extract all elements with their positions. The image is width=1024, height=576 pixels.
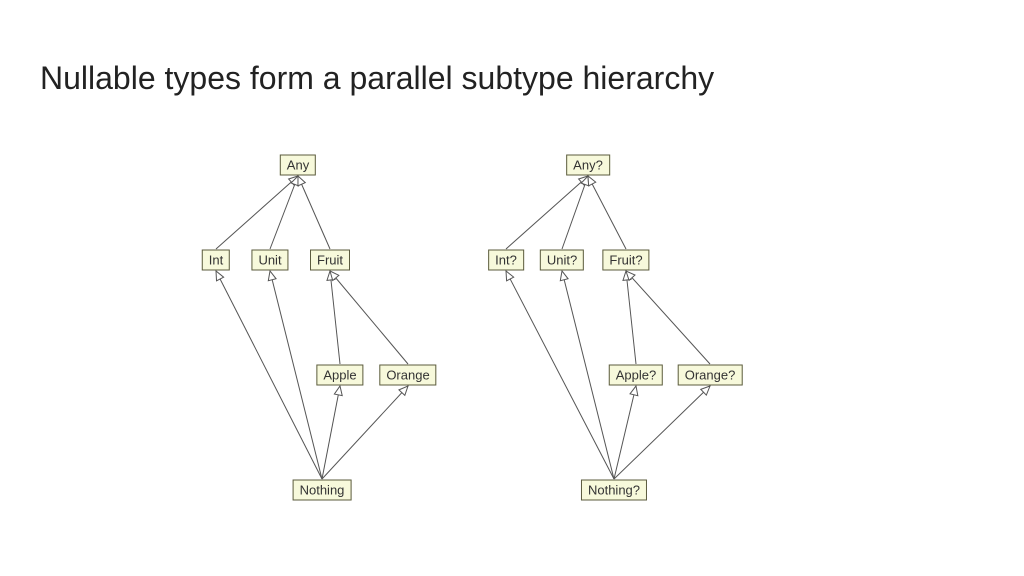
edge-non-nullable-int-to-any — [216, 176, 298, 249]
edge-non-nullable-nothing-to-int — [216, 271, 322, 479]
type-node-nullable-fruit: Fruit? — [602, 250, 649, 271]
type-node-non-nullable-any: Any — [280, 155, 316, 176]
diagram-canvas: Any Int Unit Fruit Apple Orange Nothing Any? Int… — [0, 0, 1024, 576]
type-node-nullable-int: Int? — [488, 250, 524, 271]
edge-nullable-nothing-to-orange — [614, 386, 710, 479]
type-node-nullable-nothing: Nothing? — [581, 480, 647, 501]
type-node-nullable-unit: Unit? — [540, 250, 584, 271]
edge-nullable-int-to-any — [506, 176, 588, 249]
edge-non-nullable-fruit-to-any — [298, 176, 330, 249]
type-node-non-nullable-orange: Orange — [379, 365, 436, 386]
type-node-non-nullable-fruit: Fruit — [310, 250, 350, 271]
edge-nullable-nothing-to-apple — [614, 386, 636, 479]
type-node-non-nullable-int: Int — [202, 250, 230, 271]
edge-non-nullable-apple-to-fruit — [330, 271, 340, 364]
edge-non-nullable-unit-to-any — [270, 176, 298, 249]
edge-non-nullable-nothing-to-apple — [322, 386, 340, 479]
edges-layer — [0, 0, 1024, 576]
type-node-nullable-apple: Apple? — [609, 365, 663, 386]
edge-non-nullable-orange-to-fruit — [330, 271, 408, 364]
edge-nullable-fruit-to-any — [588, 176, 626, 249]
edge-nullable-apple-to-fruit — [626, 271, 636, 364]
type-node-nullable-orange: Orange? — [678, 365, 743, 386]
edge-nullable-nothing-to-unit — [562, 271, 614, 479]
type-node-non-nullable-unit: Unit — [251, 250, 288, 271]
type-node-non-nullable-apple: Apple — [316, 365, 363, 386]
type-node-non-nullable-nothing: Nothing — [293, 480, 352, 501]
edge-nullable-nothing-to-int — [506, 271, 614, 479]
edge-nullable-orange-to-fruit — [626, 271, 710, 364]
edge-non-nullable-nothing-to-orange — [322, 386, 408, 479]
type-node-nullable-any: Any? — [566, 155, 610, 176]
edge-non-nullable-nothing-to-unit — [270, 271, 322, 479]
